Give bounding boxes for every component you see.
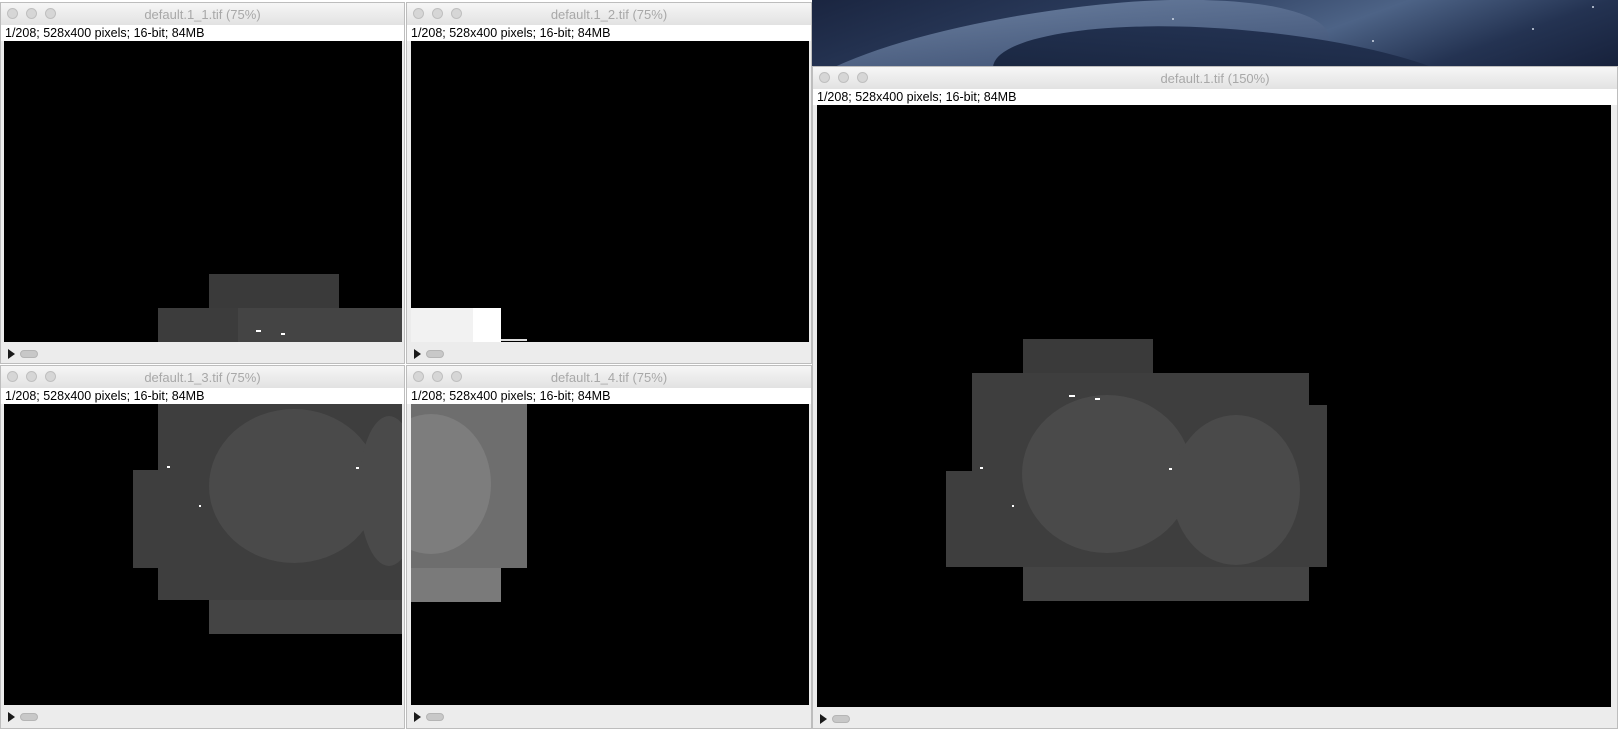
play-icon[interactable] (8, 349, 15, 359)
image-tile (1022, 395, 1192, 553)
image-tile (1023, 567, 1309, 601)
play-icon[interactable] (414, 349, 421, 359)
image-speck (1012, 505, 1014, 507)
image-canvas[interactable] (411, 41, 809, 342)
slice-scrollbar[interactable] (407, 707, 811, 727)
wallpaper-star (1592, 6, 1594, 8)
image-tile (209, 600, 402, 634)
image-info-bar: 1/208; 528x400 pixels; 16-bit; 84MB (407, 388, 811, 404)
image-window-3[interactable]: default.1_3.tif (75%) 1/208; 528x400 pix… (0, 365, 405, 729)
window-title: default.1_2.tif (75%) (550, 7, 668, 22)
image-tile (209, 274, 339, 308)
image-window-2[interactable]: default.1_2.tif (75%) 1/208; 528x400 pix… (406, 2, 812, 364)
scrollbar-thumb[interactable] (426, 713, 444, 721)
image-info-bar: 1/208; 528x400 pixels; 16-bit; 84MB (1, 388, 404, 404)
image-tile (473, 308, 501, 342)
scrollbar-thumb[interactable] (20, 713, 38, 721)
scrollbar-thumb[interactable] (426, 350, 444, 358)
slice-scrollbar[interactable] (1, 344, 404, 363)
image-tile (501, 339, 527, 341)
slice-scrollbar[interactable] (1, 707, 404, 727)
title-bar[interactable]: default.1_4.tif (75%) (407, 366, 811, 389)
window-title: default.1_3.tif (75%) (144, 370, 261, 385)
image-info-bar: 1/208; 528x400 pixels; 16-bit; 84MB (407, 25, 811, 41)
image-window-main[interactable]: default.1.tif (150%) 1/208; 528x400 pixe… (812, 66, 1618, 729)
title-bar[interactable]: default.1_1.tif (75%) (1, 3, 404, 26)
image-speck (199, 505, 201, 507)
slice-scrollbar[interactable] (813, 709, 1617, 728)
slice-scrollbar[interactable] (407, 344, 811, 363)
image-speck (167, 466, 170, 468)
wallpaper-star (1172, 18, 1174, 20)
scrollbar-thumb[interactable] (832, 715, 850, 723)
image-speck (980, 467, 983, 469)
image-speck (281, 333, 285, 335)
image-window-4[interactable]: default.1_4.tif (75%) 1/208; 528x400 pix… (406, 365, 812, 729)
image-speck (256, 330, 261, 332)
image-canvas[interactable] (4, 41, 402, 342)
image-speck (1169, 468, 1172, 470)
image-speck (1095, 398, 1100, 400)
image-speck (1069, 395, 1075, 397)
image-tile (209, 409, 379, 563)
image-info-bar: 1/208; 528x400 pixels; 16-bit; 84MB (1, 25, 404, 41)
scrollbar-thumb[interactable] (20, 350, 38, 358)
image-tile (411, 568, 501, 602)
image-canvas[interactable] (4, 404, 402, 705)
image-speck (356, 467, 359, 469)
image-tile (1172, 415, 1300, 565)
title-bar[interactable]: default.1_3.tif (75%) (1, 366, 404, 389)
title-bar[interactable]: default.1_2.tif (75%) (407, 3, 811, 26)
desktop-wallpaper (812, 0, 1618, 70)
image-canvas[interactable] (817, 105, 1611, 707)
title-bar[interactable]: default.1.tif (150%) (813, 67, 1617, 90)
image-info-bar: 1/208; 528x400 pixels; 16-bit; 84MB (813, 89, 1617, 105)
image-canvas[interactable] (411, 404, 809, 705)
wallpaper-star (1372, 40, 1374, 42)
play-icon[interactable] (820, 714, 827, 724)
window-title: default.1_1.tif (75%) (144, 7, 261, 22)
image-tile (158, 308, 238, 342)
window-title: default.1_4.tif (75%) (550, 370, 668, 385)
image-tile (946, 471, 972, 567)
play-icon[interactable] (8, 712, 15, 722)
image-tile (1023, 339, 1153, 373)
wallpaper-star (1532, 28, 1534, 30)
window-title: default.1.tif (150%) (1160, 71, 1270, 86)
image-window-1[interactable]: default.1_1.tif (75%) 1/208; 528x400 pix… (0, 2, 405, 364)
play-icon[interactable] (414, 712, 421, 722)
